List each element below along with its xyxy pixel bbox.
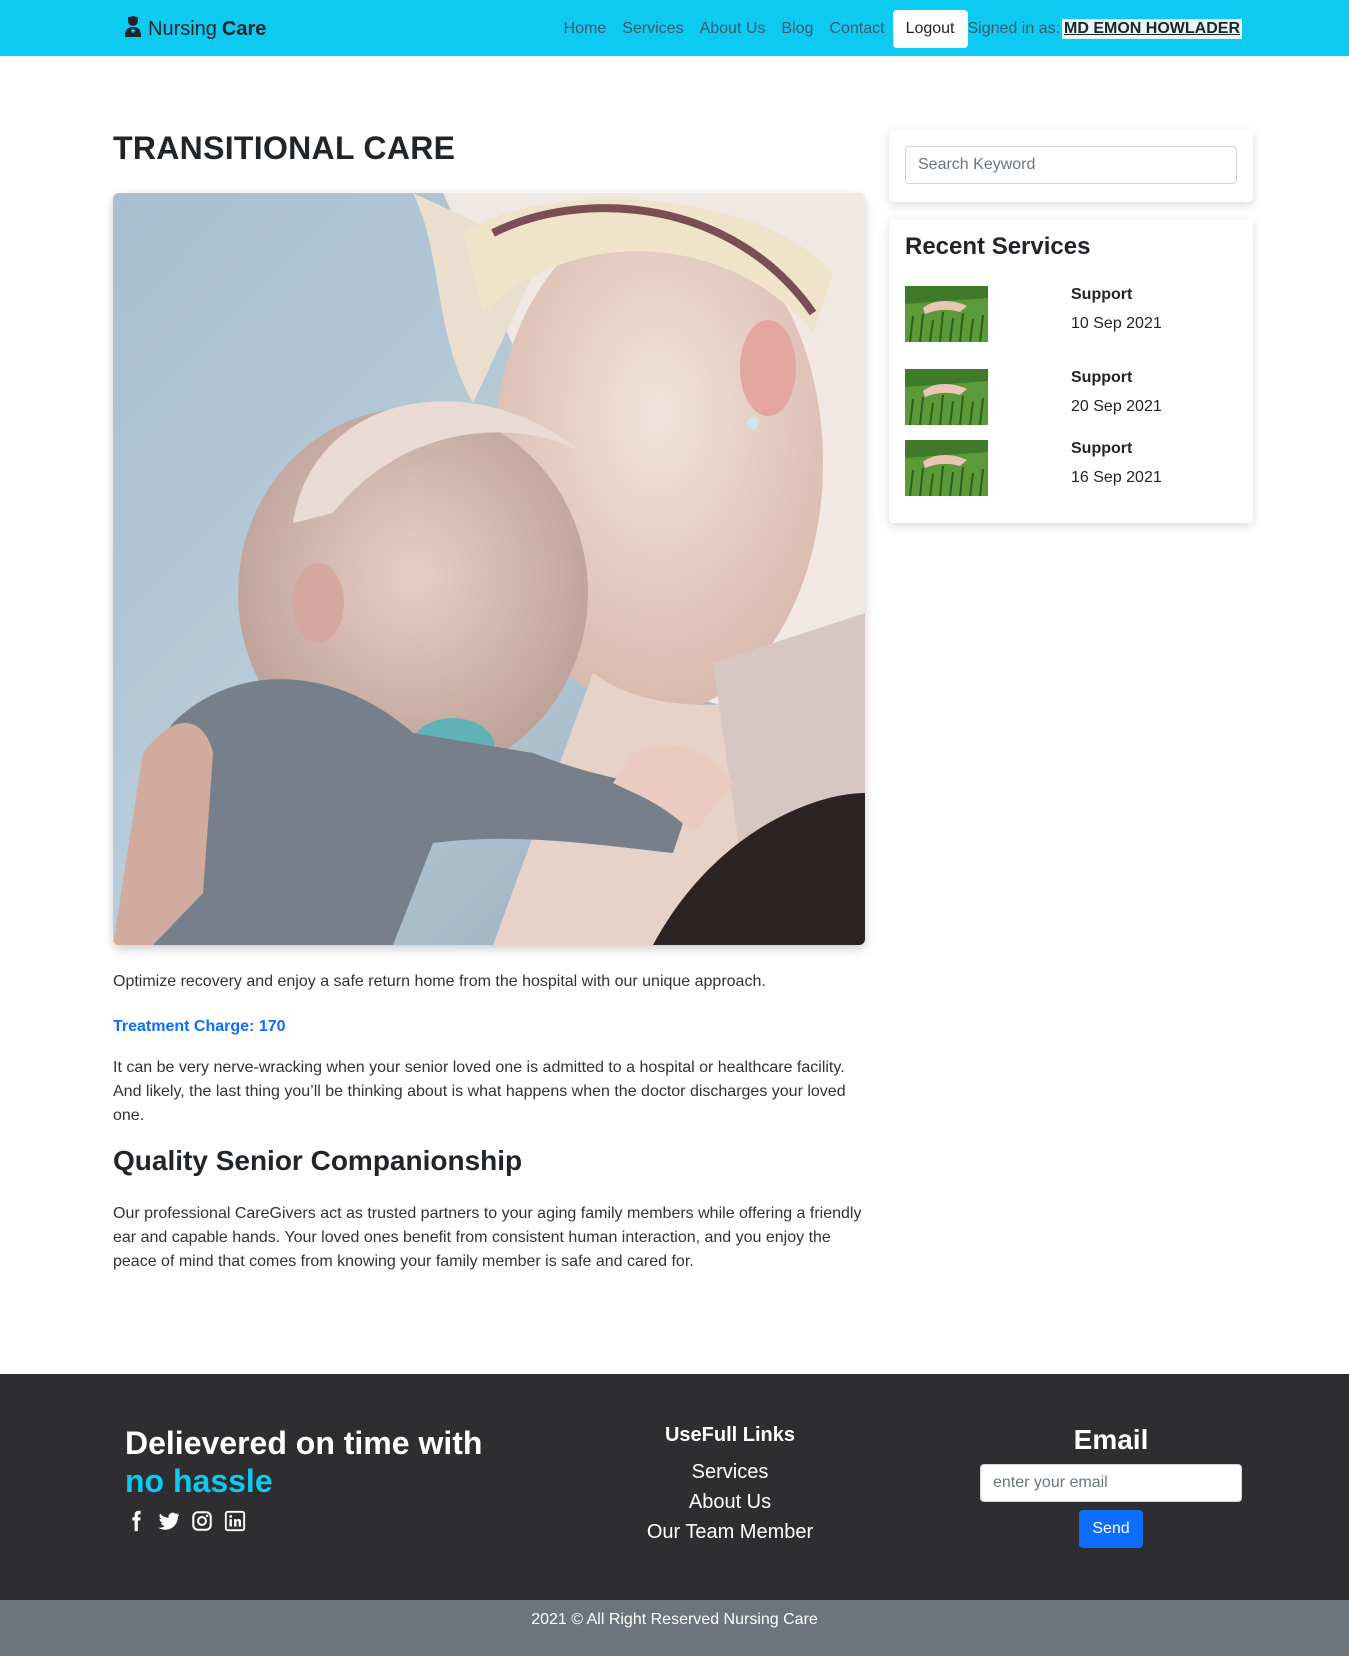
search-input[interactable] (905, 146, 1237, 184)
instagram-icon[interactable] (191, 1510, 213, 1532)
treatment-charge-label: Treatment Charge: 170 (113, 1018, 286, 1035)
service-paragraph-1: It can be very nerve-wracking when your … (113, 1059, 846, 1124)
linkedin-icon[interactable] (224, 1510, 246, 1532)
social-links (125, 1510, 257, 1532)
recent-service-date: 10 Sep 2021 (1071, 315, 1162, 332)
brand-logo[interactable]: Nursing Care (124, 15, 266, 43)
useful-links-title: UseFull Links (664, 1424, 796, 1446)
facebook-icon[interactable] (125, 1510, 147, 1532)
recent-services-card: Recent Services Support 10 Sep 2021 Supp… (889, 219, 1253, 523)
service-thumbnail (905, 440, 988, 496)
site-footer: Delievered on time with no hassle UseFul… (0, 1374, 1349, 1600)
copyright-text: 2021 © All Right Reserved Nursing Care (531, 1611, 818, 1628)
logout-button[interactable]: Logout (892, 9, 968, 48)
user-name-link[interactable]: MD EMON HOWLADER (1062, 18, 1242, 39)
service-intro: Optimize recovery and enjoy a safe retur… (113, 973, 766, 990)
service-paragraph-2: Our professional CareGivers act as trust… (113, 1205, 862, 1270)
nav-link-home[interactable]: Home (564, 20, 607, 38)
recent-service-name: Support (1071, 440, 1133, 457)
nav-link-contact[interactable]: Contact (829, 20, 884, 38)
footer-tagline: Delievered on time with no hassle (125, 1424, 482, 1500)
copyright-bar: 2021 © All Right Reserved Nursing Care (0, 1600, 1349, 1656)
recent-service-item[interactable]: Support 10 Sep 2021 (905, 286, 1237, 342)
recent-service-item[interactable]: Support 16 Sep 2021 (905, 440, 1237, 496)
twitter-icon[interactable] (158, 1510, 180, 1532)
footer-link-services[interactable]: Services (560, 1457, 900, 1487)
footer-link-about-us[interactable]: About Us (560, 1487, 900, 1517)
email-input[interactable] (980, 1464, 1242, 1502)
email-title: Email (1073, 1424, 1149, 1455)
service-thumbnail (905, 369, 988, 425)
recent-service-date: 16 Sep 2021 (1071, 469, 1162, 486)
recent-service-name: Support (1071, 369, 1133, 386)
recent-services-title: Recent Services (905, 233, 1091, 260)
nav-link-services[interactable]: Services (622, 20, 683, 38)
nav-link-about-us[interactable]: About Us (700, 20, 766, 38)
signed-in-label: Signed in as: (967, 19, 1061, 37)
brand-second-word: Care (221, 17, 267, 40)
treatment-charge: Treatment Charge: 170 (113, 1018, 286, 1036)
tagline-highlight: no hassle (125, 1463, 273, 1499)
recent-service-date: 20 Sep 2021 (1071, 398, 1162, 415)
tagline-line-1: Delievered on time with (125, 1425, 483, 1461)
nav-links: Home Services About Us Blog Contact Logo… (556, 9, 1242, 48)
brand-first-word: Nursing (148, 17, 217, 40)
recent-service-name: Support (1071, 286, 1133, 303)
useful-links: UseFull Links Services About Us Our Team… (560, 1424, 900, 1547)
nurse-icon (124, 15, 148, 43)
top-navbar: Nursing Care Home Services About Us Blog… (0, 0, 1349, 56)
service-thumbnail (905, 286, 988, 342)
page-title: TRANSITIONAL CARE (113, 130, 456, 166)
service-hero-image (113, 193, 865, 945)
section-title: Quality Senior Companionship (113, 1145, 523, 1176)
newsletter-form: Email Send (980, 1424, 1242, 1548)
footer-link-team[interactable]: Our Team Member (560, 1517, 900, 1547)
recent-service-item[interactable]: Support 20 Sep 2021 (905, 369, 1237, 425)
nav-link-blog[interactable]: Blog (781, 20, 813, 38)
search-card (889, 130, 1253, 202)
send-button[interactable]: Send (1079, 1510, 1143, 1548)
